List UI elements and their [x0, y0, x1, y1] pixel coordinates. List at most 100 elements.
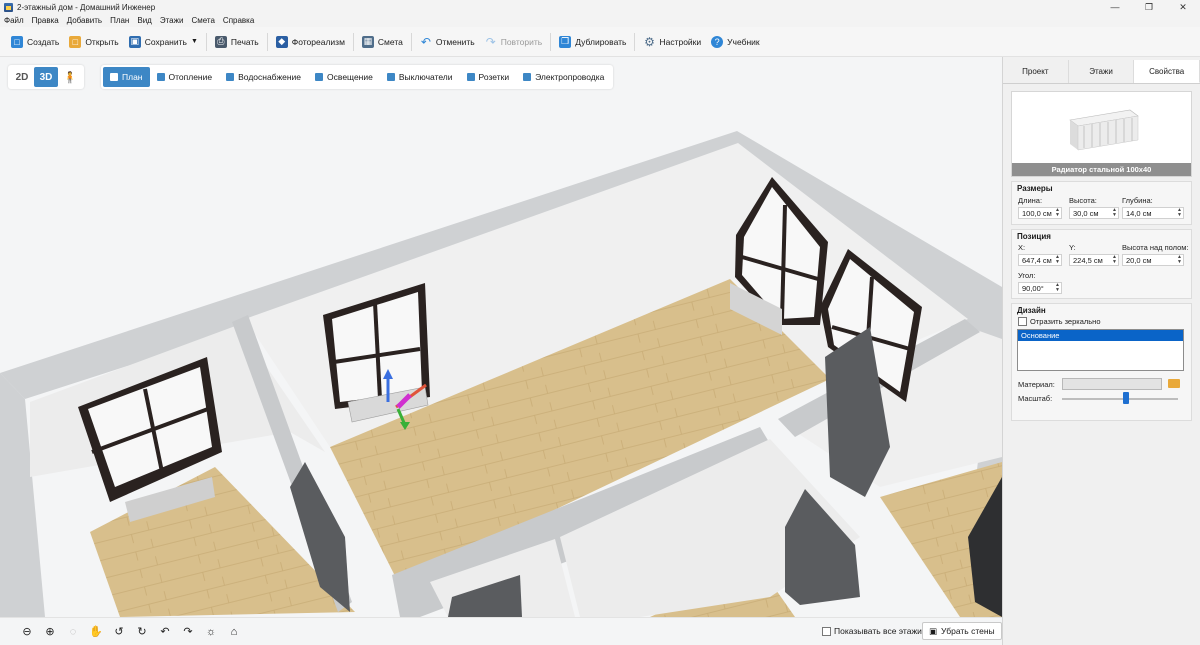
menu-file[interactable]: Файл: [4, 16, 24, 25]
menu-add[interactable]: Добавить: [67, 16, 102, 25]
layer-switches[interactable]: Выключатели: [380, 67, 460, 87]
x-field[interactable]: 647,4 см ▲ ▼: [1018, 254, 1062, 266]
layer-plan[interactable]: План: [103, 67, 150, 87]
undo-button[interactable]: ↶ Отменить: [415, 31, 480, 53]
menu-floors[interactable]: Этажи: [160, 16, 184, 25]
home-icon[interactable]: ⌂: [225, 623, 243, 641]
layer-wiring[interactable]: Электропроводка: [516, 67, 611, 87]
scale-slider-track[interactable]: [1062, 398, 1178, 400]
photorealism-button[interactable]: ◆ Фотореализм: [271, 31, 350, 53]
height-field[interactable]: 30,0 см ▲ ▼: [1069, 207, 1119, 219]
material-label: Материал:: [1018, 380, 1055, 389]
view-2d-button[interactable]: 2D: [10, 67, 34, 87]
duplicate-label: Дублировать: [575, 36, 627, 47]
toolbar-divider: [550, 32, 552, 51]
layer-heating[interactable]: Отопление: [150, 67, 220, 87]
spinner-icon[interactable]: ▲ ▼: [1112, 208, 1117, 218]
view-360-icon[interactable]: ◌: [64, 623, 82, 641]
tilt-down-icon[interactable]: ↷: [179, 623, 197, 641]
spinner-icon[interactable]: ▲ ▼: [1055, 208, 1060, 218]
y-value: 224,5 см: [1073, 255, 1103, 265]
menu-view[interactable]: Вид: [137, 16, 151, 25]
length-value: 100,0 см: [1022, 208, 1052, 218]
tab-floors[interactable]: Этажи: [1069, 60, 1135, 83]
spinner-icon[interactable]: ▲ ▼: [1055, 255, 1060, 265]
menu-help[interactable]: Справка: [223, 16, 254, 25]
lightning-icon: [523, 73, 532, 81]
print-button[interactable]: ⎙ Печать: [210, 31, 264, 53]
remove-walls-label: Убрать стены: [941, 626, 995, 636]
calculator-icon: ▦: [361, 35, 374, 48]
folder-icon[interactable]: [1168, 379, 1180, 388]
new-file-icon: □: [11, 35, 23, 48]
spinner-icon[interactable]: ▲ ▼: [1112, 255, 1117, 265]
mirror-checkbox[interactable]: [1018, 317, 1027, 326]
create-button[interactable]: □ Создать: [6, 31, 64, 53]
walk-mode-icon[interactable]: 🧍: [58, 67, 82, 87]
material-field[interactable]: [1062, 378, 1162, 390]
tilt-up-icon[interactable]: ↶: [156, 623, 174, 641]
window-title: 2-этажный дом - Домашний Инженер: [17, 2, 156, 12]
x-label: X:: [1018, 243, 1026, 252]
object-name: Радиатор стальной 100x40: [1012, 163, 1191, 176]
remove-walls-button[interactable]: ▣ Убрать стены: [922, 622, 1002, 640]
hand-pan-icon[interactable]: ✋: [87, 623, 105, 641]
y-label: Y:: [1069, 243, 1076, 252]
spinner-icon[interactable]: ▲ ▼: [1177, 208, 1182, 218]
view-mode-switch: 2D 3D 🧍: [8, 65, 84, 89]
redo-button[interactable]: ↷ Повторить: [480, 31, 548, 53]
show-all-floors-label: Показывать все этажи: [834, 626, 922, 636]
zoom-in-icon[interactable]: ⊕: [41, 623, 59, 641]
properties-panel: Проект Этажи Свойства Радиатор стальной …: [1002, 57, 1200, 645]
zoom-out-icon[interactable]: ⊖: [18, 623, 36, 641]
show-all-floors-option[interactable]: Показывать все этажи: [822, 626, 922, 636]
show-all-floors-checkbox[interactable]: [822, 626, 831, 636]
light-bulb-icon[interactable]: ☼: [202, 623, 220, 641]
elevation-field[interactable]: 20,0 см ▲ ▼: [1122, 254, 1184, 266]
layer-water[interactable]: Водоснабжение: [219, 67, 308, 87]
length-field[interactable]: 100,0 см ▲ ▼: [1018, 207, 1062, 219]
spinner-icon[interactable]: ▲ ▼: [1177, 255, 1182, 265]
settings-button[interactable]: ⚙ Настройки: [638, 31, 706, 53]
list-item[interactable]: Основание: [1018, 330, 1183, 341]
3d-viewport[interactable]: 2D 3D 🧍 План Отопление Водоснабжение Осв…: [0, 57, 1002, 617]
object-preview: Радиатор стальной 100x40: [1011, 91, 1192, 177]
minimize-button[interactable]: —: [1098, 0, 1132, 14]
spinner-icon[interactable]: ▲ ▼: [1055, 283, 1060, 293]
depth-field[interactable]: 14,0 см ▲ ▼: [1122, 207, 1184, 219]
layer-outlets[interactable]: Розетки: [460, 67, 517, 87]
tab-project[interactable]: Проект: [1003, 60, 1069, 83]
close-button[interactable]: ✕: [1166, 0, 1200, 14]
layer-lighting[interactable]: Освещение: [308, 67, 380, 87]
tab-properties[interactable]: Свойства: [1134, 60, 1200, 83]
bottom-toolbar: ⊖ ⊕ ◌ ✋ ↺ ↻ ↶ ↷ ☼ ⌂ Показывать все этажи…: [0, 617, 1002, 645]
tutorial-button[interactable]: ? Учебник: [706, 31, 765, 53]
create-label: Создать: [27, 36, 60, 47]
bulb-icon: [315, 73, 324, 81]
chevron-down-icon[interactable]: ▼: [191, 38, 198, 45]
angle-field[interactable]: 90,00° ▲ ▼: [1018, 282, 1062, 294]
view-3d-button[interactable]: 3D: [34, 67, 58, 87]
save-button[interactable]: ▣ Сохранить ▼: [124, 31, 203, 53]
y-field[interactable]: 224,5 см ▲ ▼: [1069, 254, 1119, 266]
position-group: Позиция X: 647,4 см ▲ ▼ Y: 224,5 см ▲ ▼ Вы…: [1011, 229, 1192, 299]
scale-slider-thumb[interactable]: [1122, 392, 1129, 404]
maximize-button[interactable]: ❐: [1132, 0, 1166, 14]
layer-bar: План Отопление Водоснабжение Освещение В…: [101, 65, 614, 89]
mirror-option[interactable]: Отразить зеркально: [1018, 317, 1101, 326]
menu-estimate[interactable]: Смета: [191, 16, 214, 25]
design-parts-list[interactable]: Основание: [1017, 329, 1184, 371]
duplicate-button[interactable]: ❐ Дублировать: [554, 31, 631, 53]
walls-icon: ▣: [929, 625, 938, 636]
rotate-left-icon[interactable]: ↺: [110, 623, 128, 641]
mirror-label: Отразить зеркально: [1030, 317, 1101, 326]
menu-edit[interactable]: Правка: [32, 16, 59, 25]
rotate-right-icon[interactable]: ↻: [133, 623, 151, 641]
open-button[interactable]: □ Открыть: [64, 31, 123, 53]
toolbar-divider: [352, 32, 354, 51]
estimate-button[interactable]: ▦ Смета: [357, 31, 408, 53]
layer-wiring-label: Электропроводка: [535, 72, 605, 82]
menu-plan[interactable]: План: [110, 16, 129, 25]
house-3d-scene[interactable]: [0, 57, 1002, 617]
menu-bar: Файл Правка Добавить План Вид Этажи Смет…: [0, 14, 1200, 27]
